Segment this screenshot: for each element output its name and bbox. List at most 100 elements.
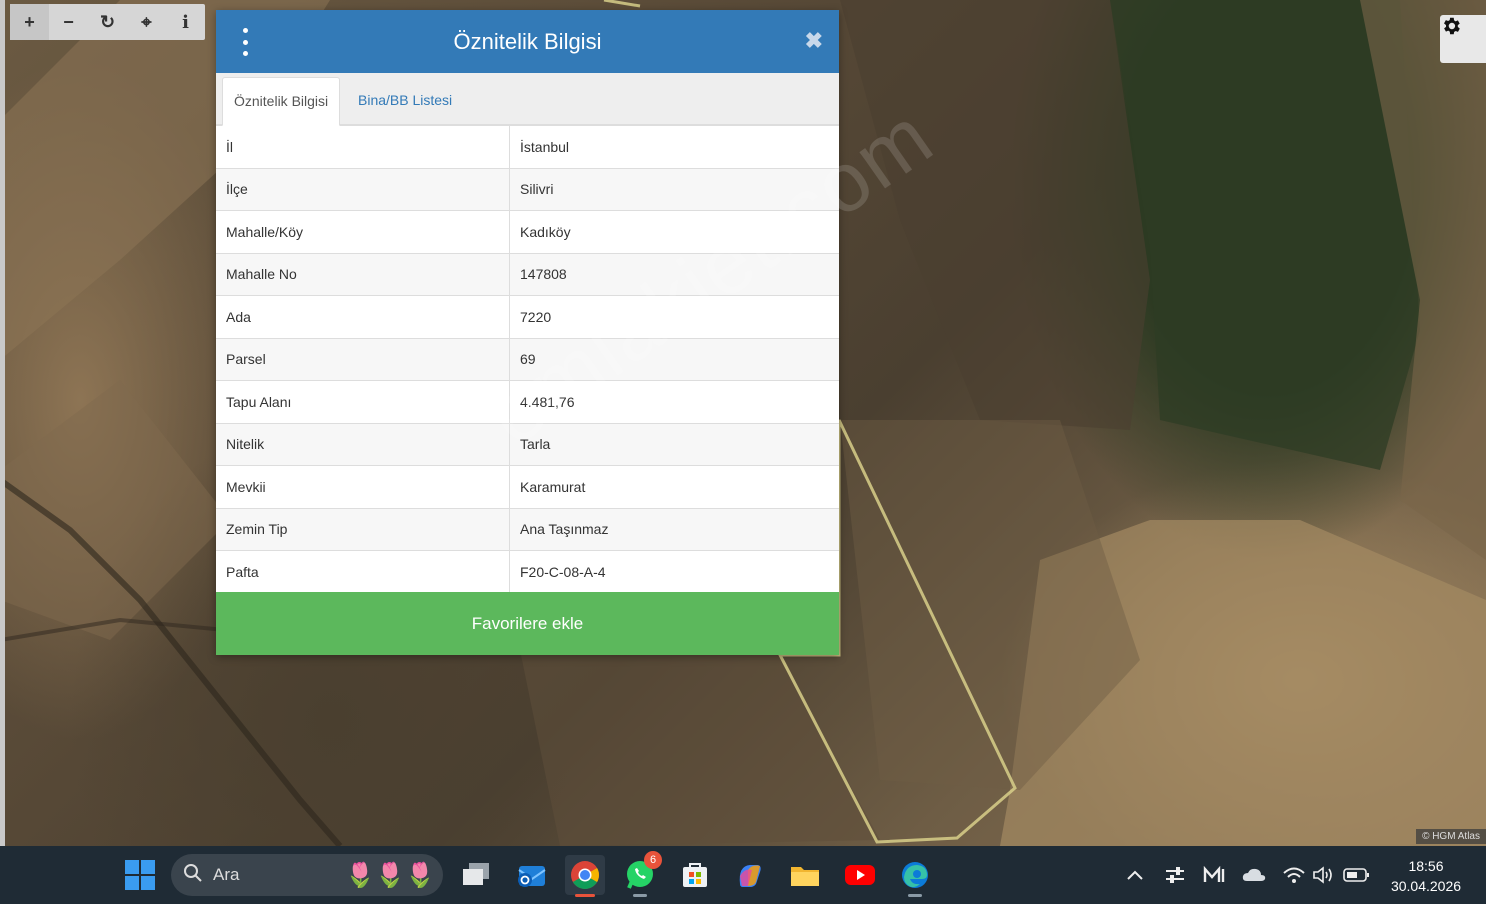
map-attribution[interactable]: © HGM Atlas [1416,829,1486,844]
info-button[interactable]: i [166,4,205,40]
row-value: Karamurat [509,465,839,508]
switch-icon [1166,867,1184,883]
row-key: Ada [216,295,510,338]
whatsapp-button[interactable]: 6 [620,851,662,897]
close-icon[interactable]: ✖ [805,28,823,54]
attribute-dialog: Öznitelik Bilgisi ✖ Öznitelik Bilgisi Bi… [216,10,839,655]
row-value: Silivri [509,167,839,211]
file-explorer-icon [791,867,819,886]
battery-button[interactable] [1337,855,1377,895]
row-key: İl [216,125,510,168]
search-input[interactable]: Ara 🌷🌷🌷 [171,854,443,896]
battery-icon [1343,868,1369,882]
row-value: 7220 [509,295,839,338]
info-icon: i [182,11,189,33]
map-toolbar: + − ↻ ⌖ i [10,4,205,40]
dialog-tabs: Öznitelik Bilgisi Bina/BB Listesi [216,73,839,126]
app-icon [1203,866,1225,882]
task-view-button[interactable] [456,855,496,895]
search-icon [183,863,203,888]
store-button[interactable] [675,855,715,895]
row-key: Mahalle/Köy [216,210,510,253]
start-icon [125,860,155,890]
table-row: İl İstanbul [216,125,839,168]
dialog-header: Öznitelik Bilgisi ✖ [216,10,839,73]
running-indicator [633,894,647,897]
table-row: Ada 7220 [216,295,839,338]
refresh-button[interactable]: ↻ [88,4,127,40]
edge-button[interactable] [895,855,935,897]
crosshair-icon: ⌖ [141,11,152,32]
row-value: 69 [509,337,839,381]
outlook-icon [518,866,546,887]
zoom-out-button[interactable]: − [49,4,88,40]
active-indicator [575,894,595,897]
table-row: Mevkii Karamurat [216,465,839,508]
row-value: Tarla [509,422,839,466]
add-to-favorites-button[interactable]: Favorilere ekle [216,592,839,655]
show-hidden-icons-button[interactable] [1115,855,1155,895]
refresh-icon: ↻ [99,11,116,32]
table-row: Zemin Tip Ana Taşınmaz [216,507,839,551]
youtube-button[interactable] [840,855,880,895]
tray-app-button[interactable] [1194,855,1234,895]
row-value: 147808 [509,252,839,296]
dialog-title: Öznitelik Bilgisi [453,28,602,54]
zoom-in-button[interactable]: + [10,4,49,40]
chevron-up-icon [1127,870,1143,880]
map-left-edge [0,0,5,846]
gear-icon [1444,17,1460,35]
copilot-button[interactable] [730,855,770,895]
settings-button[interactable] [1440,15,1486,63]
tulip-icon: 🌷🌷🌷 [345,862,435,889]
table-row: Mahalle/Köy Kadıköy [216,210,839,253]
row-value: İstanbul [509,125,839,168]
search-placeholder: Ara [213,865,240,884]
table-row: Parsel 69 [216,337,839,381]
taskbar: Ara 🌷🌷🌷 6 18:56 30.04.2026 [0,846,1486,904]
tab-building-list[interactable]: Bina/BB Listesi [347,77,463,124]
vertical-dots-icon[interactable] [240,28,250,56]
file-explorer-button[interactable] [785,855,825,895]
chrome-icon [571,861,599,889]
row-key: Pafta [216,550,510,593]
cloud-icon [1242,868,1266,881]
onedrive-button[interactable] [1234,855,1274,895]
row-key: Mevkii [216,465,510,508]
table-row: İlçe Silivri [216,167,839,211]
row-key: İlçe [216,167,510,211]
table-row: Mahalle No 147808 [216,252,839,296]
tab-attribute-info[interactable]: Öznitelik Bilgisi [222,77,341,126]
youtube-icon [845,865,875,885]
wifi-icon [1283,867,1305,883]
clock-date: 30.04.2026 [1390,878,1462,894]
table-row: Nitelik Tarla [216,422,839,466]
table-row: Tapu Alanı 4.481,76 [216,380,839,423]
plus-icon: + [24,11,35,32]
clock-time: 18:56 [1408,858,1444,874]
row-value: Kadıköy [509,210,839,253]
row-value: Ana Taşınmaz [509,507,839,551]
copilot-icon [739,865,761,887]
attribute-table: İl İstanbul İlçe Silivri Mahalle/Köy Kadıkö… [216,125,839,593]
row-key: Zemin Tip [216,507,510,551]
outlook-button[interactable] [511,855,551,895]
notification-badge: 6 [644,851,662,869]
system-clock[interactable]: 18:56 30.04.2026 [1386,856,1466,896]
task-view-icon [463,863,489,885]
row-key: Nitelik [216,422,510,466]
running-indicator [908,894,922,897]
volume-icon [1313,866,1332,884]
row-value: F20-C-08-A-4 [509,550,839,593]
store-icon [683,863,707,887]
locate-button[interactable]: ⌖ [127,4,166,40]
row-key: Tapu Alanı [216,380,510,423]
tray-switch-button[interactable] [1155,855,1195,895]
start-button[interactable] [120,855,160,895]
row-key: Parsel [216,337,510,381]
row-key: Mahalle No [216,252,510,296]
minus-icon: − [63,11,74,32]
row-value: 4.481,76 [509,380,839,423]
chrome-button[interactable] [565,855,605,897]
edge-icon [902,862,928,888]
